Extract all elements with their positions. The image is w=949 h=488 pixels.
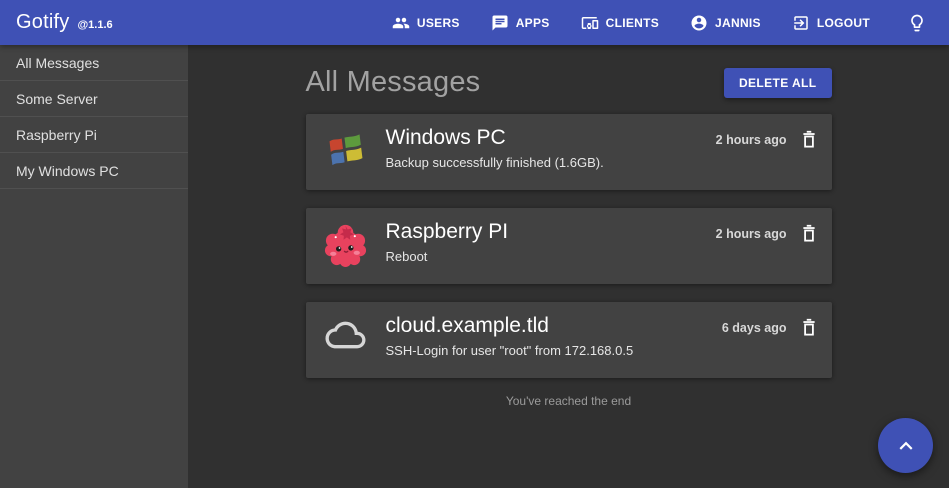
trash-icon xyxy=(800,129,818,150)
delete-message-button[interactable] xyxy=(800,129,818,150)
sidebar-item-all-messages[interactable]: All Messages xyxy=(0,45,188,81)
nav-clients-label: CLIENTS xyxy=(606,16,659,30)
raspberry-logo xyxy=(322,221,370,268)
sidebar-item-some-server[interactable]: Some Server xyxy=(0,81,188,117)
message-meta: 6 days ago xyxy=(722,317,818,338)
nav-user-label: JANNIS xyxy=(715,16,761,30)
devices-icon xyxy=(581,14,599,32)
message-text: Reboot xyxy=(386,249,716,264)
nav-users-button[interactable]: USERS xyxy=(390,8,462,38)
delete-message-button[interactable] xyxy=(800,317,818,338)
chevron-up-icon xyxy=(893,433,919,459)
nav-logout-button[interactable]: LOGOUT xyxy=(790,8,872,38)
nav-users-label: USERS xyxy=(417,16,460,30)
message-title: cloud.example.tld xyxy=(386,314,722,338)
windows-logo xyxy=(322,127,370,173)
message-content: Windows PC Backup successfully finished … xyxy=(386,126,716,170)
app-title: Gotify xyxy=(16,11,69,34)
account-circle-icon xyxy=(690,14,708,32)
nav-apps-label: APPS xyxy=(516,16,550,30)
message-timestamp: 2 hours ago xyxy=(716,133,787,147)
message-timestamp: 2 hours ago xyxy=(716,227,787,241)
message-text: Backup successfully finished (1.6GB). xyxy=(386,155,716,170)
message-timestamp: 6 days ago xyxy=(722,321,787,335)
message-meta: 2 hours ago xyxy=(716,223,818,244)
message-text: SSH-Login for user "root" from 172.168.0… xyxy=(386,343,722,358)
brand: Gotify @1.1.6 xyxy=(16,11,113,34)
sidebar: All Messages Some Server Raspberry Pi My… xyxy=(0,45,188,488)
nav-clients-button[interactable]: CLIENTS xyxy=(579,8,661,38)
message-meta: 2 hours ago xyxy=(716,129,818,150)
end-of-list-text: You've reached the end xyxy=(306,394,832,408)
delete-message-button[interactable] xyxy=(800,223,818,244)
app-bar: Gotify @1.1.6 USERS APPS CLIENTS JAN xyxy=(0,0,949,45)
sidebar-item-raspberry-pi[interactable]: Raspberry Pi xyxy=(0,117,188,153)
nav-user-button[interactable]: JANNIS xyxy=(688,8,763,38)
top-nav: USERS APPS CLIENTS JANNIS LOGOUT xyxy=(390,8,931,38)
page-title: All Messages xyxy=(306,66,481,99)
app-version: @1.1.6 xyxy=(77,19,112,31)
content-column: All Messages DELETE ALL Windows PC Backu… xyxy=(306,45,832,408)
message-card: Raspberry PI Reboot 2 hours ago xyxy=(306,208,832,284)
lightbulb-icon xyxy=(907,13,927,33)
message-card: Windows PC Backup successfully finished … xyxy=(306,114,832,190)
message-content: cloud.example.tld SSH-Login for user "ro… xyxy=(386,314,722,358)
message-content: Raspberry PI Reboot xyxy=(386,220,716,264)
trash-icon xyxy=(800,223,818,244)
sidebar-item-my-windows-pc[interactable]: My Windows PC xyxy=(0,153,188,189)
message-card: cloud.example.tld SSH-Login for user "ro… xyxy=(306,302,832,378)
scroll-to-top-button[interactable] xyxy=(878,418,933,473)
chat-icon xyxy=(491,14,509,32)
content-header: All Messages DELETE ALL xyxy=(306,66,832,99)
cloud-icon xyxy=(322,315,370,355)
main-area: All Messages DELETE ALL Windows PC Backu… xyxy=(188,45,949,488)
trash-icon xyxy=(800,317,818,338)
message-title: Raspberry PI xyxy=(386,220,716,244)
users-icon xyxy=(392,14,410,32)
theme-toggle-button[interactable] xyxy=(903,9,931,37)
logout-icon xyxy=(792,14,810,32)
nav-apps-button[interactable]: APPS xyxy=(489,8,552,38)
delete-all-button[interactable]: DELETE ALL xyxy=(724,68,832,98)
message-title: Windows PC xyxy=(386,126,716,150)
nav-logout-label: LOGOUT xyxy=(817,16,870,30)
